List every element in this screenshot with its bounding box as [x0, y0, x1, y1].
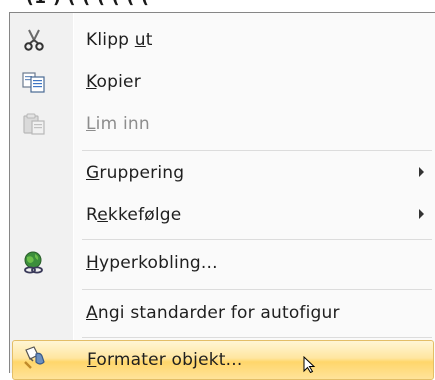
menu-item-label: Kopier — [86, 72, 141, 92]
context-menu: Klipp ut Kopier Lim inn Gruppering Rekke… — [9, 12, 435, 380]
toolbar-sliver-text: (1 ) ( ( ( ( ( ( — [26, 0, 149, 8]
menu-item-label: Gruppering — [86, 163, 185, 183]
menu-item-copy[interactable]: Kopier — [12, 61, 434, 103]
menu-item-label: Lim inn — [86, 114, 150, 134]
toolbar-sliver: (1 ) ( ( ( ( ( ( — [0, 0, 435, 12]
hyperlink-globe-icon — [20, 250, 48, 276]
menu-separator — [82, 150, 432, 151]
menu-item-label: Rekkefølge — [86, 205, 182, 225]
menu-separator — [82, 239, 432, 240]
menu-separator — [82, 337, 432, 338]
menu-item-cut[interactable]: Klipp ut — [12, 19, 434, 61]
scissors-icon — [20, 27, 48, 53]
menu-item-grouping[interactable]: Gruppering — [12, 152, 434, 194]
menu-item-hyperlink[interactable]: Hyperkobling... — [12, 242, 434, 284]
copy-icon — [20, 69, 48, 95]
menu-item-set-autoshape-defaults[interactable]: Angi standarder for autofigur — [12, 292, 434, 334]
format-object-icon — [21, 345, 49, 371]
menu-separator — [82, 289, 432, 290]
menu-item-paste[interactable]: Lim inn — [12, 103, 434, 145]
submenu-arrow-icon — [419, 209, 424, 219]
submenu-arrow-icon — [419, 167, 424, 177]
menu-item-format-object[interactable]: Formater objekt... — [12, 340, 434, 380]
mouse-pointer-icon — [303, 355, 317, 377]
menu-item-order[interactable]: Rekkefølge — [12, 194, 434, 236]
menu-item-label: Hyperkobling... — [86, 253, 218, 273]
paste-icon — [20, 111, 48, 137]
menu-item-label: Angi standarder for autofigur — [86, 303, 340, 323]
menu-item-label: Klipp ut — [86, 30, 153, 50]
menu-item-label: Formater objekt... — [87, 350, 243, 370]
